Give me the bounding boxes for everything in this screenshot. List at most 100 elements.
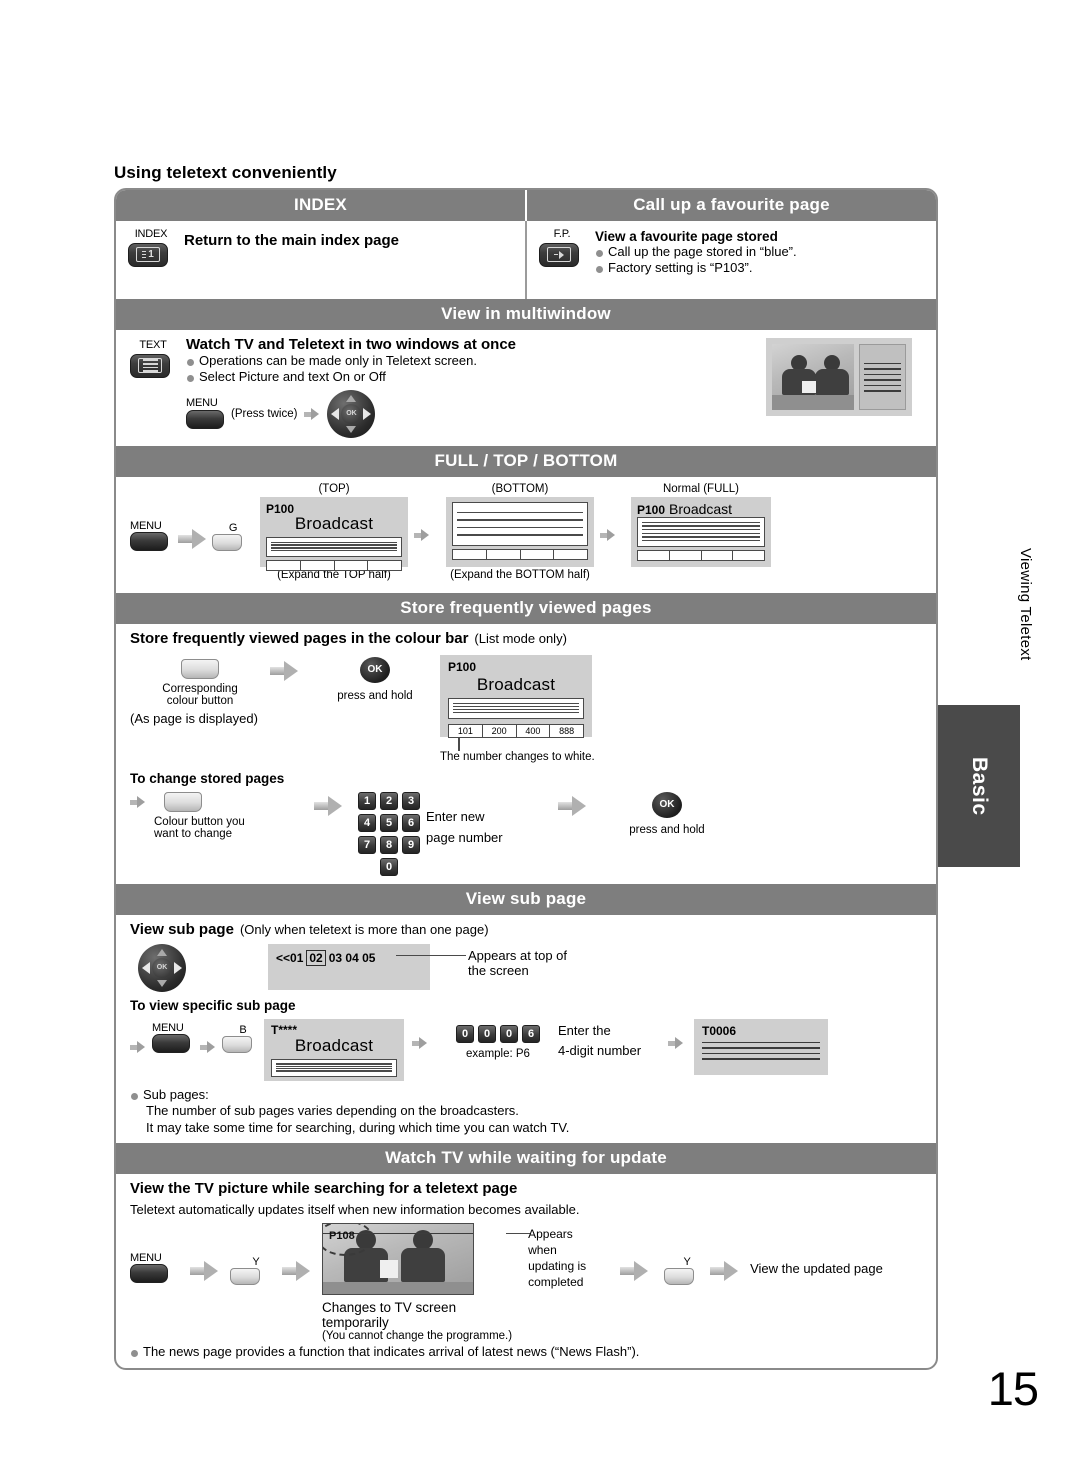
tv-picture-preview: P108: [322, 1222, 474, 1295]
subpage-selected: 02: [306, 949, 326, 966]
update-callout-4: completed: [528, 1275, 584, 1290]
dpad-control[interactable]: OK: [138, 943, 186, 992]
key-4[interactable]: 4: [358, 813, 376, 832]
menu-button[interactable]: [152, 1034, 190, 1054]
screen-broadcast-text: Broadcast: [294, 513, 374, 533]
update-colour-key-1-label: Y: [252, 1255, 260, 1268]
screen-page-number: T0006: [702, 1023, 737, 1038]
screen-group-full: Normal (FULL) P100 Broadcast: [626, 483, 776, 567]
numeric-keypad[interactable]: 123 456 789 0: [358, 791, 420, 876]
specific-screen-preview: T**** Broadcast: [264, 1018, 404, 1081]
screen-full: P100 Broadcast: [631, 496, 771, 567]
update-callout-2: when: [528, 1242, 557, 1257]
favourite-page-icon[interactable]: [539, 242, 579, 267]
teletext-icon[interactable]: [130, 353, 170, 378]
store-step1-label-2: colour button: [166, 694, 234, 707]
yellow-colour-button[interactable]: [664, 1268, 695, 1286]
specific-colour-key-label: B: [239, 1023, 247, 1036]
tv-page-number: P108: [329, 1229, 355, 1242]
favourite-key-label: F.P.: [553, 228, 571, 240]
screen-lines: [271, 1058, 397, 1077]
specific-menu-key-label: MENU: [152, 1021, 184, 1034]
change-enter-label-1: Enter new: [426, 808, 485, 824]
dpad-control[interactable]: OK: [327, 389, 376, 438]
key-6[interactable]: 6: [402, 813, 420, 832]
arrow-icon: [282, 1260, 312, 1281]
arrow-icon: [710, 1260, 740, 1281]
key-6[interactable]: 6: [522, 1024, 540, 1043]
store-ok-caption: press and hold: [337, 689, 413, 702]
colour-button-to-change[interactable]: [164, 791, 202, 812]
teletext-index-icon[interactable]: 1: [128, 242, 168, 267]
ok-button[interactable]: OK: [652, 791, 682, 818]
key-0[interactable]: 0: [500, 1024, 518, 1043]
arrow-icon: [558, 795, 588, 816]
update-result-text: View the updated page: [750, 1260, 883, 1276]
tv-caption-bold: Changes to TV screen temporarily: [322, 1299, 457, 1330]
corresponding-colour-button[interactable]: [181, 658, 219, 679]
key-0[interactable]: 0: [380, 857, 398, 876]
key-8[interactable]: 8: [380, 835, 398, 854]
key-3[interactable]: 3: [402, 791, 420, 810]
index-key-label: INDEX: [134, 228, 168, 240]
screen-page-number: T****: [271, 1022, 298, 1037]
menu-button[interactable]: [130, 1264, 168, 1284]
screen-page-number: P100: [448, 659, 477, 674]
key-1[interactable]: 1: [358, 791, 376, 810]
key-5[interactable]: 5: [380, 813, 398, 832]
screen-lines: [702, 1041, 820, 1060]
screen-caption-top: (BOTTOM): [491, 482, 549, 495]
ok-button[interactable]: OK: [360, 656, 390, 683]
screen-colour-bar: 101 200 400 888: [448, 723, 584, 738]
subpage-prefix: <<01: [276, 950, 304, 965]
side-tab-chapter: Viewing Teletext: [1017, 548, 1034, 661]
subpage-rest: 03 04 05: [328, 950, 376, 965]
footer-bullet: The news page provides a function that i…: [130, 1344, 926, 1360]
arrow-icon: [412, 1036, 428, 1049]
subpage-note-2: It may take some time for searching, dur…: [146, 1119, 570, 1135]
menu-button[interactable]: [186, 409, 224, 429]
subpage-note-0: Sub pages:: [130, 1087, 926, 1103]
arrow-icon: [200, 1040, 216, 1053]
store-heading-note: (List mode only): [474, 630, 567, 646]
arrow-icon: [304, 407, 320, 420]
key-7[interactable]: 7: [358, 835, 376, 854]
favourite-bullet-1: Call up the page stored in “blue”.: [595, 244, 797, 260]
blue-colour-button[interactable]: [222, 1036, 252, 1054]
arrow-icon: [190, 1260, 220, 1281]
key-9[interactable]: 9: [402, 835, 420, 854]
subpage-keypad[interactable]: 0 0 0 6: [438, 1024, 558, 1043]
screen-lines: [452, 501, 588, 546]
text-key-label: TEXT: [139, 339, 167, 351]
colour-bar-cell: 888: [559, 725, 575, 736]
teletext-pane-thumbnail: [859, 344, 906, 410]
key-0[interactable]: 0: [478, 1024, 496, 1043]
yellow-colour-button[interactable]: [230, 1268, 260, 1286]
subpage-enter-2: 4-digit number: [558, 1042, 642, 1058]
section-header-subpage: View sub page: [116, 883, 936, 915]
subpage-note-1: The number of sub pages varies depending…: [146, 1102, 519, 1118]
index-right-col: F.P. View a favourite page stored Call u…: [527, 221, 936, 299]
screen-broadcast-text: Broadcast: [476, 674, 556, 694]
screen-caption-top: (TOP): [318, 482, 350, 495]
favourite-heading: View a favourite page stored: [595, 229, 778, 244]
change-colour-label-1: Colour button you: [154, 815, 245, 828]
ftb-colour-key-label: G: [228, 521, 238, 534]
change-stored-heading: To change stored pages: [130, 770, 285, 786]
index-left-col: INDEX 1 Return to the main index page: [116, 221, 527, 299]
arrow-icon: [270, 660, 300, 681]
ok-button-label[interactable]: OK: [341, 403, 362, 424]
green-colour-button[interactable]: [212, 534, 242, 552]
store-heading: Store frequently viewed pages in the col…: [130, 629, 469, 647]
update-colour-key-2-label: Y: [683, 1255, 691, 1268]
colour-bar-cell: 200: [483, 724, 517, 737]
ok-button-label[interactable]: OK: [152, 957, 172, 978]
subpage-result-screen: T0006: [694, 1018, 828, 1075]
menu-button[interactable]: [130, 532, 168, 552]
arrow-icon: [130, 795, 146, 808]
screen-top-half: P100 Broadcast: [260, 496, 408, 571]
key-0[interactable]: 0: [456, 1024, 474, 1043]
ftb-menu-key-label: MENU: [130, 519, 162, 532]
key-2[interactable]: 2: [380, 791, 398, 810]
section-header-watch-update: Watch TV while waiting for update: [116, 1142, 936, 1174]
